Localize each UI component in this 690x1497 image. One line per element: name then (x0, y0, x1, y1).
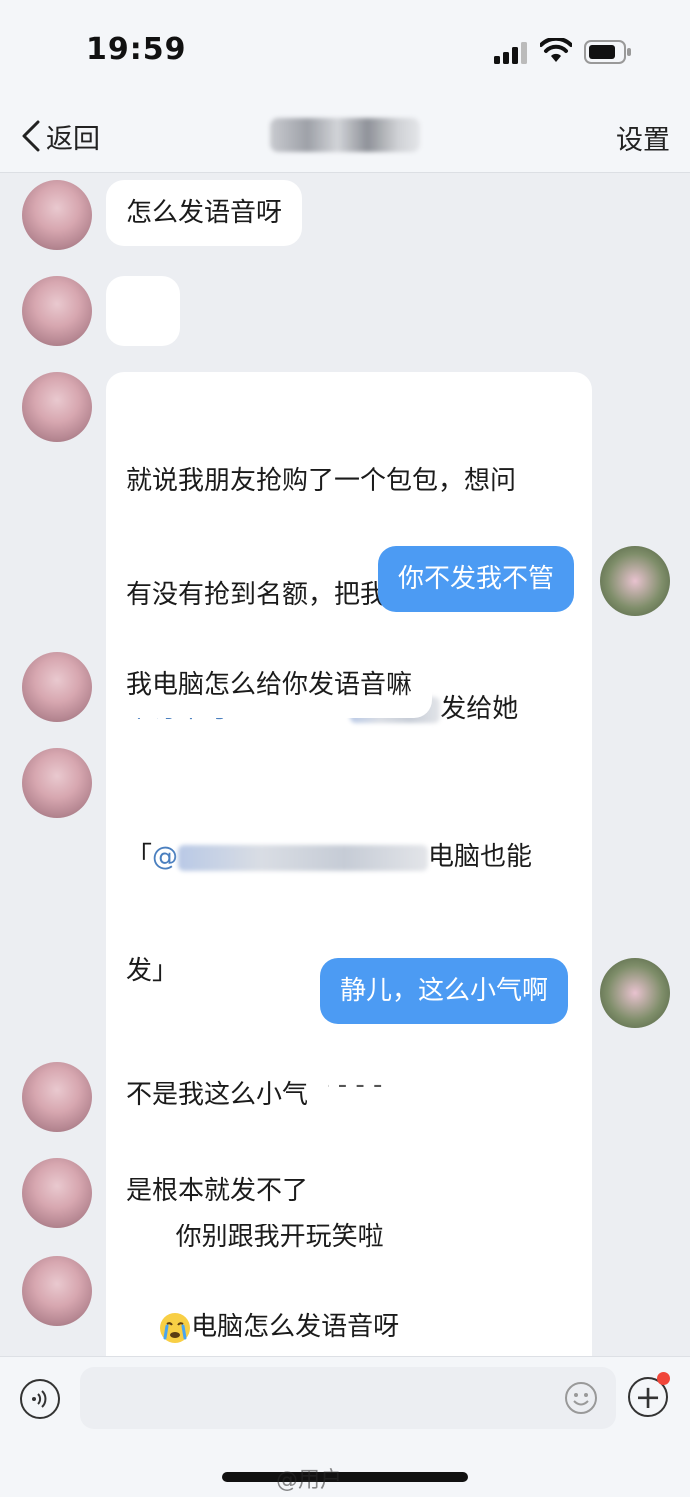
message-line: 就说我朋友抢购了一个包包，想问 (126, 466, 517, 496)
my-avatar[interactable] (600, 958, 670, 1028)
voice-wave-icon (32, 1390, 47, 1408)
contact-avatar[interactable] (22, 372, 92, 442)
chevron-left-icon (22, 120, 40, 152)
plus-icon: + (634, 1378, 662, 1416)
watermark: @用户 (276, 1468, 343, 1493)
settings-button[interactable]: 设置 (616, 118, 670, 157)
back-label: 返回 (46, 123, 100, 155)
message-bubble-incoming[interactable] (106, 276, 180, 406)
message-bubble-outgoing[interactable]: 静儿，这么小气啊 (320, 958, 569, 1024)
cellular-signal-icon (494, 42, 527, 64)
mention-link[interactable]: @ (152, 842, 178, 872)
message-bubble-outgoing[interactable]: 你不发我不管 (378, 546, 575, 612)
contact-avatar[interactable] (22, 652, 92, 722)
contact-avatar[interactable] (22, 276, 92, 346)
back-button[interactable]: 返回 (20, 116, 100, 156)
chat-title-redacted: chat-contact-name (270, 118, 420, 152)
redacted-mention (178, 844, 429, 871)
message-bubble-incoming[interactable]: 是根本就发不了 (106, 1158, 329, 1224)
battery-icon (584, 40, 631, 64)
crying-face-icon (160, 1312, 191, 1343)
message-bubble-incoming[interactable]: 不是我这么小气 (106, 1062, 329, 1128)
my-avatar[interactable] (600, 546, 670, 616)
message-input[interactable] (80, 1367, 616, 1429)
voice-input-button[interactable] (20, 1379, 60, 1419)
contact-avatar[interactable] (22, 748, 92, 818)
notification-dot (657, 1372, 670, 1385)
quoted-text: 「@ 电脑也能 (126, 842, 533, 872)
status-bar: 19:59 (0, 0, 690, 100)
wifi-icon (540, 38, 572, 62)
status-time: 19:59 (86, 32, 187, 67)
contact-avatar[interactable] (22, 1256, 92, 1326)
contact-avatar[interactable] (22, 180, 92, 250)
emoji-picker-icon[interactable] (564, 1381, 598, 1415)
chat-header: 返回 chat-contact-name 设置 (0, 100, 690, 173)
message-bubble-incoming[interactable]: 怎么发语音呀 (106, 180, 303, 246)
contact-avatar[interactable] (22, 1158, 92, 1228)
home-indicator[interactable] (222, 1472, 468, 1482)
contact-avatar[interactable] (22, 1062, 92, 1132)
message-bubble-incoming[interactable]: 我电脑怎么给你发语音嘛 (106, 652, 433, 718)
